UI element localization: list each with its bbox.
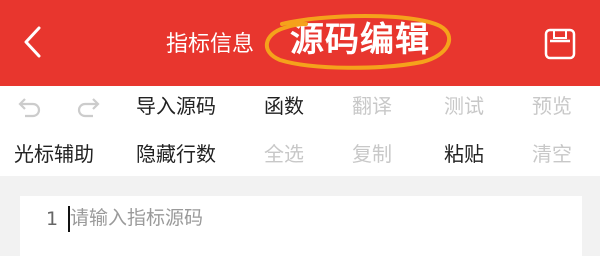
select-all-button[interactable]: 全选: [264, 140, 304, 168]
undo-button[interactable]: [14, 92, 42, 120]
copy-button[interactable]: 复制: [352, 140, 392, 168]
redo-button[interactable]: [76, 92, 104, 120]
chevron-left-icon: [24, 26, 41, 58]
line-number: 1: [46, 208, 59, 230]
editor-placeholder: 请输入指标源码: [70, 207, 204, 229]
overlay-title: 源码编辑: [290, 20, 430, 60]
functions-button[interactable]: 函数: [264, 92, 304, 120]
page-title: 指标信息: [166, 32, 255, 57]
cursor-assist-button[interactable]: 光标辅助: [14, 140, 94, 168]
import-source-button[interactable]: 导入源码: [136, 92, 216, 120]
clear-button[interactable]: 清空: [532, 140, 572, 168]
translate-button[interactable]: 翻译: [352, 92, 392, 120]
hide-line-numbers-button[interactable]: 隐藏行数: [136, 140, 216, 168]
toolbar: 导入源码 函数 翻译 测试 预览 光标辅助 隐藏行数 全选 复制 粘贴 清空: [0, 86, 600, 176]
undo-icon: [18, 98, 41, 118]
header-bar: 指标信息 源码编辑: [0, 0, 600, 86]
back-button[interactable]: [14, 22, 54, 62]
redo-icon: [77, 98, 100, 118]
paste-button[interactable]: 粘贴: [444, 140, 484, 168]
save-icon: [544, 28, 576, 60]
test-button[interactable]: 测试: [444, 92, 484, 120]
save-button[interactable]: [540, 24, 580, 64]
preview-button[interactable]: 预览: [532, 92, 572, 120]
source-editor[interactable]: 1 请输入指标源码: [20, 196, 582, 256]
